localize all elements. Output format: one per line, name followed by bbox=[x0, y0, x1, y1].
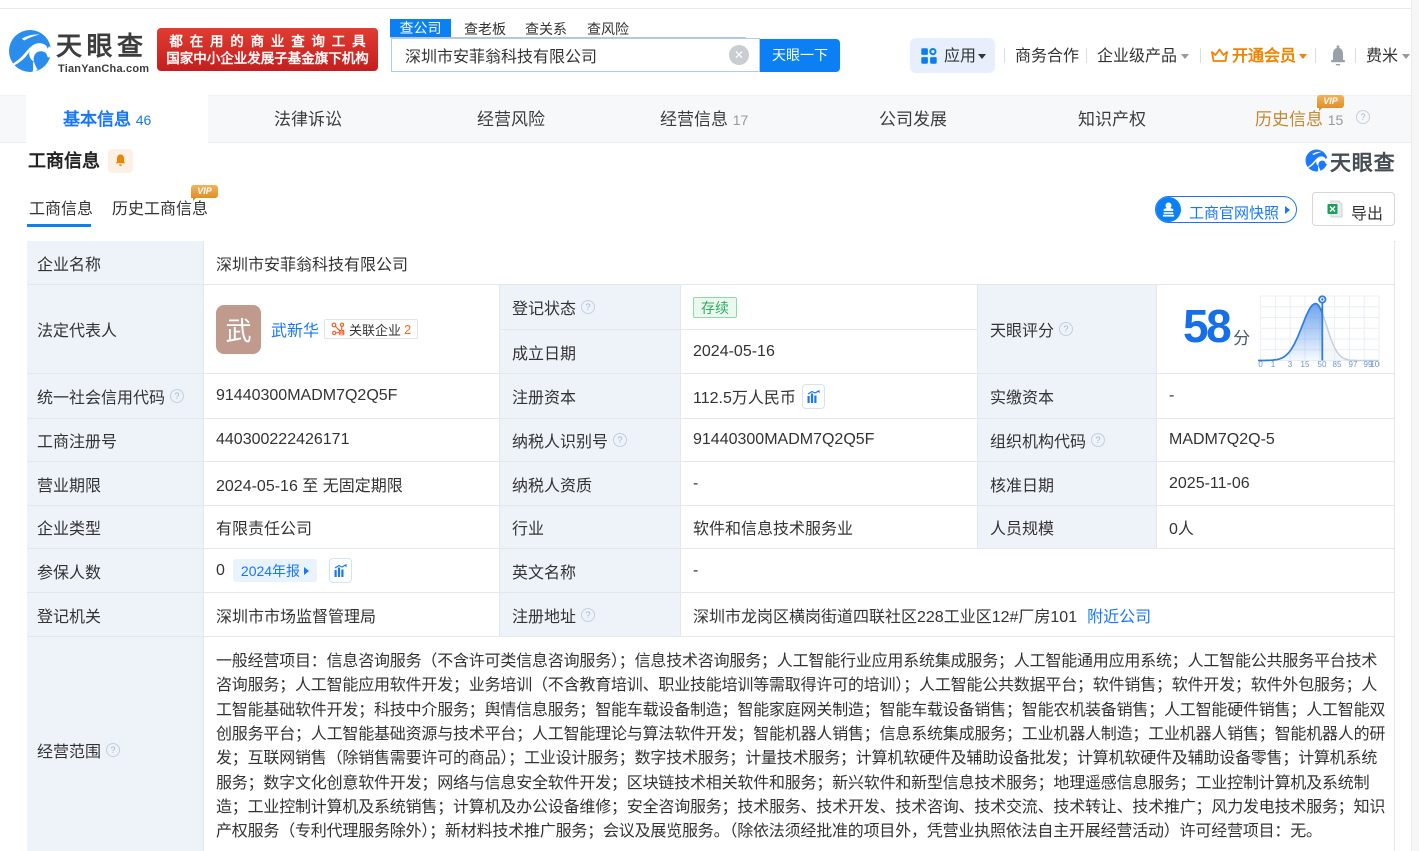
svg-text:1: 1 bbox=[1271, 360, 1276, 368]
svg-text:50: 50 bbox=[1318, 360, 1327, 368]
svg-text:97: 97 bbox=[1349, 360, 1358, 368]
svg-text:企: 企 bbox=[339, 330, 344, 336]
svg-text:3: 3 bbox=[1288, 360, 1293, 368]
svg-text:15: 15 bbox=[1301, 360, 1310, 368]
svg-text:0: 0 bbox=[1259, 360, 1264, 368]
svg-text:100: 100 bbox=[1370, 360, 1380, 368]
svg-text:85: 85 bbox=[1333, 360, 1342, 368]
